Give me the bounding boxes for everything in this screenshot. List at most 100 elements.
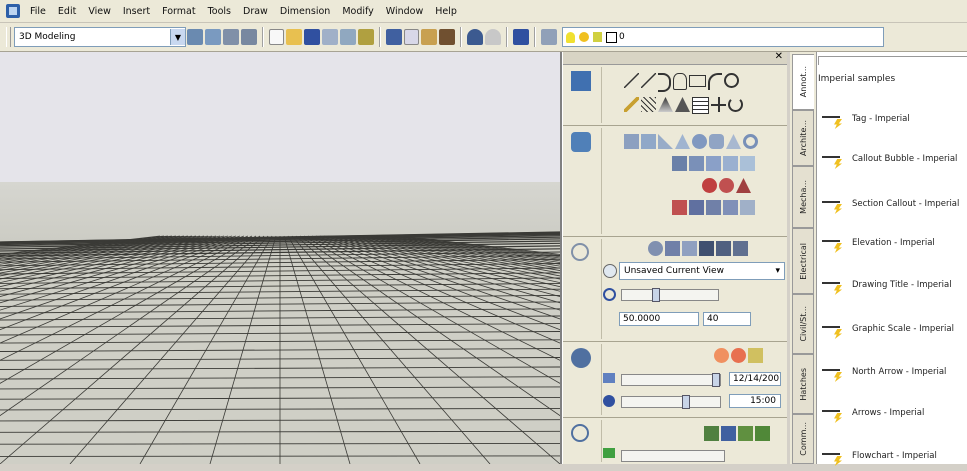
cylinder-icon[interactable] bbox=[709, 134, 724, 149]
distant-light-icon[interactable] bbox=[748, 348, 763, 363]
point-light-icon[interactable] bbox=[714, 348, 729, 363]
palette-item[interactable]: Section Callout - Imperial bbox=[822, 189, 967, 219]
drawing-viewport[interactable] bbox=[0, 52, 562, 464]
dashboard-titlebar[interactable]: ✕ bbox=[563, 51, 787, 65]
chevron-down-icon[interactable]: ▼ bbox=[170, 29, 185, 45]
tab-electrical[interactable]: Electrical bbox=[792, 228, 814, 294]
revolve-icon[interactable] bbox=[689, 156, 704, 171]
menu-help[interactable]: Help bbox=[429, 6, 463, 17]
chevron-down-icon[interactable]: ▾ bbox=[771, 266, 784, 276]
menu-file[interactable]: File bbox=[24, 6, 52, 17]
view-select[interactable]: Unsaved Current View ▾ bbox=[619, 262, 785, 280]
draw-panel-icon[interactable] bbox=[571, 71, 591, 91]
time-slider[interactable] bbox=[621, 395, 721, 409]
close-icon[interactable]: ✕ bbox=[775, 51, 783, 62]
workspace-settings-icon[interactable] bbox=[187, 29, 203, 45]
section-plane-icon[interactable] bbox=[689, 200, 704, 215]
app-icon[interactable] bbox=[6, 4, 20, 18]
3d-make-panel-icon[interactable] bbox=[571, 132, 591, 152]
materials-slider[interactable] bbox=[621, 450, 725, 462]
undo-icon[interactable] bbox=[467, 29, 483, 45]
zoom-icon[interactable] bbox=[665, 241, 680, 256]
sphere-icon[interactable] bbox=[692, 134, 707, 149]
copy-icon[interactable] bbox=[404, 29, 419, 45]
sun-icon[interactable] bbox=[579, 32, 589, 42]
palette-item[interactable]: Elevation - Imperial bbox=[822, 228, 967, 258]
save-icon[interactable] bbox=[304, 29, 320, 45]
rectangle-icon[interactable] bbox=[689, 75, 706, 87]
wedge-icon[interactable] bbox=[658, 134, 673, 149]
spot-light-icon[interactable] bbox=[731, 348, 746, 363]
flatshot-icon[interactable] bbox=[740, 200, 755, 215]
paste-icon[interactable] bbox=[421, 29, 437, 45]
arc-icon[interactable] bbox=[708, 73, 722, 90]
pyramid-icon[interactable] bbox=[726, 134, 741, 149]
toolbar-grip[interactable] bbox=[6, 27, 11, 47]
layer-combo[interactable]: 0 bbox=[562, 27, 884, 47]
workspace-switch-icon[interactable] bbox=[223, 29, 239, 45]
palette-item[interactable]: Graphic Scale - Imperial bbox=[822, 314, 967, 344]
orbit-icon[interactable] bbox=[682, 241, 697, 256]
interfere-icon[interactable] bbox=[706, 200, 721, 215]
cone-icon[interactable] bbox=[675, 134, 690, 149]
move-icon[interactable] bbox=[711, 97, 726, 112]
palette-item[interactable]: Flowchart - Imperial bbox=[822, 441, 967, 471]
thicken-icon[interactable] bbox=[723, 200, 738, 215]
redo-icon[interactable] bbox=[485, 29, 501, 45]
time-icon[interactable] bbox=[603, 395, 615, 407]
polysolid-icon[interactable] bbox=[624, 134, 639, 149]
help-icon[interactable] bbox=[513, 29, 529, 45]
material-map-icon[interactable] bbox=[721, 426, 736, 441]
material-swatch-icon[interactable] bbox=[603, 448, 615, 458]
menu-window[interactable]: Window bbox=[380, 6, 429, 17]
zoom-slider-thumb[interactable] bbox=[652, 288, 660, 302]
material-paint-icon[interactable] bbox=[738, 426, 753, 441]
material-attach-icon[interactable] bbox=[704, 426, 719, 441]
menu-insert[interactable]: Insert bbox=[117, 6, 156, 17]
presspull-icon[interactable] bbox=[740, 156, 755, 171]
walk-icon[interactable] bbox=[716, 241, 731, 256]
layer-manager-icon[interactable] bbox=[541, 29, 557, 45]
menu-view[interactable]: View bbox=[82, 6, 117, 17]
match-properties-icon[interactable] bbox=[439, 29, 455, 45]
fly-icon[interactable] bbox=[733, 241, 748, 256]
palette-item[interactable]: Drawing Title - Imperial bbox=[822, 270, 967, 300]
time-slider-thumb[interactable] bbox=[682, 395, 690, 409]
boundary-icon[interactable] bbox=[675, 97, 690, 112]
tab-civil-structural[interactable]: Civil/St... bbox=[792, 294, 814, 354]
tab-annotation[interactable]: Annot... bbox=[792, 54, 814, 110]
extrude-icon[interactable] bbox=[672, 156, 687, 171]
palette-item[interactable]: North Arrow - Imperial bbox=[822, 357, 967, 387]
palette-item[interactable]: Callout Bubble - Imperial bbox=[822, 144, 967, 174]
menu-tools[interactable]: Tools bbox=[202, 6, 237, 17]
pencil-icon[interactable] bbox=[624, 97, 639, 112]
gradient-icon[interactable] bbox=[658, 97, 673, 112]
lights-panel-icon[interactable] bbox=[571, 348, 591, 368]
lock-icon[interactable] bbox=[593, 32, 602, 42]
plot-icon[interactable] bbox=[322, 29, 338, 45]
menu-dimension[interactable]: Dimension bbox=[274, 6, 337, 17]
menu-draw[interactable]: Draw bbox=[237, 6, 274, 17]
loft-icon[interactable] bbox=[723, 156, 738, 171]
menu-edit[interactable]: Edit bbox=[52, 6, 82, 17]
navigate-panel-icon[interactable] bbox=[571, 243, 589, 261]
menu-format[interactable]: Format bbox=[156, 6, 201, 17]
date-slider-thumb[interactable] bbox=[712, 373, 720, 387]
workspace-customize-icon[interactable] bbox=[241, 29, 257, 45]
view-globe-icon[interactable] bbox=[603, 264, 617, 278]
menu-modify[interactable]: Modify bbox=[336, 6, 379, 17]
zoom-slider[interactable] bbox=[621, 288, 719, 302]
publish-icon[interactable] bbox=[358, 29, 374, 45]
camera-icon[interactable] bbox=[699, 241, 714, 256]
construction-line-icon[interactable] bbox=[641, 73, 656, 88]
box-icon[interactable] bbox=[641, 134, 656, 149]
torus-icon[interactable] bbox=[743, 134, 758, 149]
cut-icon[interactable] bbox=[386, 29, 402, 45]
circle-icon[interactable] bbox=[724, 73, 739, 88]
material-browse-icon[interactable] bbox=[755, 426, 770, 441]
line-icon[interactable] bbox=[624, 73, 639, 88]
tab-architectural[interactable]: Archite... bbox=[792, 110, 814, 166]
palette-item[interactable]: Arrows - Imperial bbox=[822, 398, 967, 428]
tab-mechanical[interactable]: Mecha... bbox=[792, 166, 814, 228]
slice-icon[interactable] bbox=[672, 200, 687, 215]
